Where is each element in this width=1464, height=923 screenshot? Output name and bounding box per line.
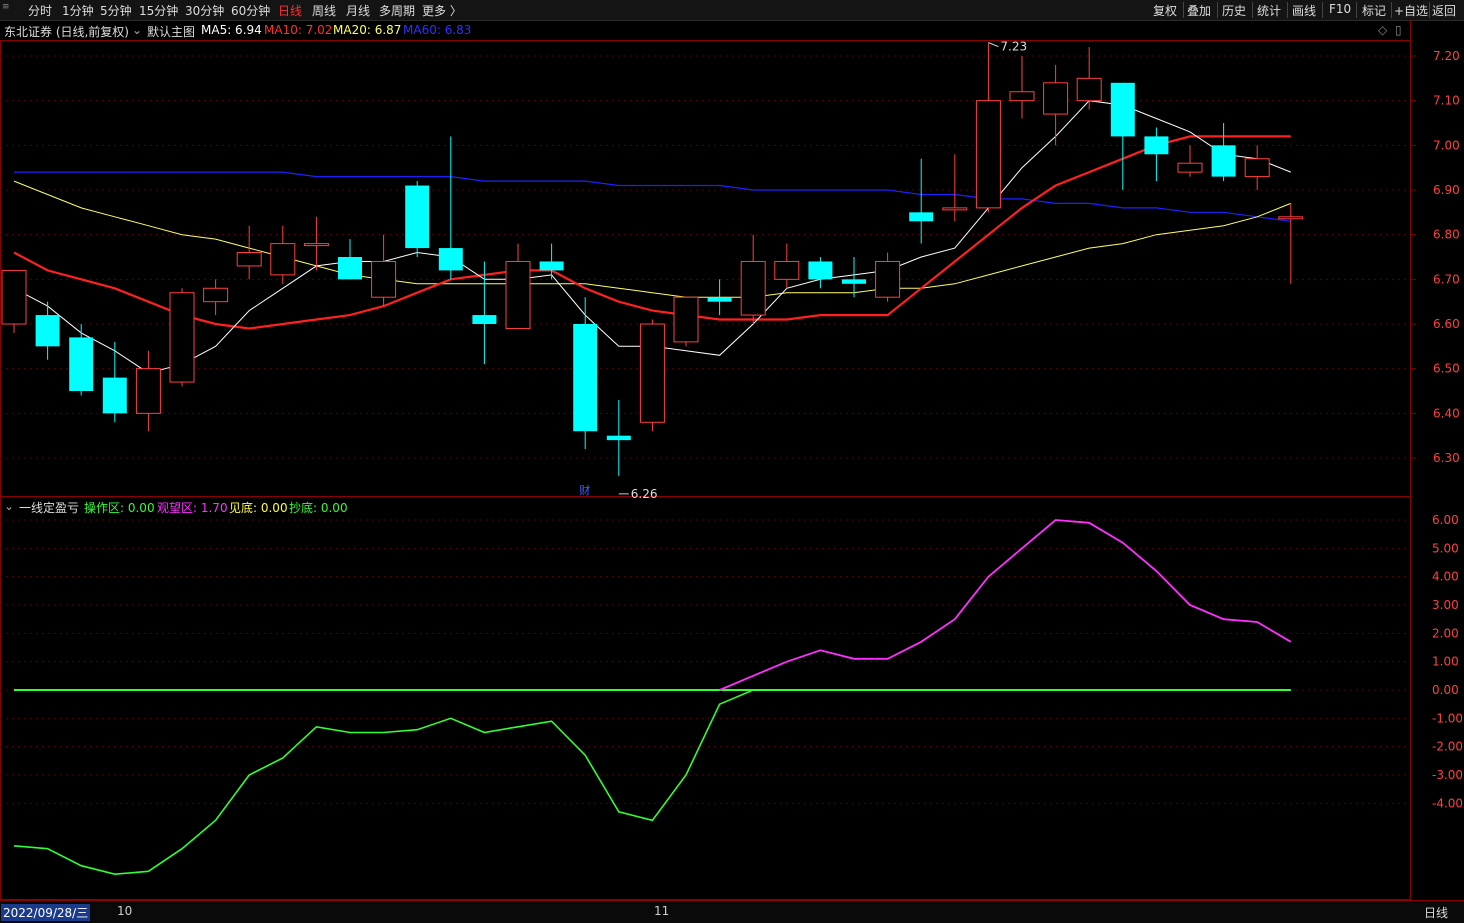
price-tick-label: 6.60 — [1433, 317, 1460, 331]
candle-body-up — [303, 243, 329, 247]
candle-body-up — [639, 323, 665, 423]
candle-body-up — [371, 260, 397, 298]
stock-chart[interactable]: 7.20 7.10 7.00 6.90 6.80 6.70 6.60 6.50 6.40 6.30… — [0, 0, 1464, 900]
candle-body-up — [135, 368, 161, 414]
candle-body-down — [808, 261, 833, 280]
price-tick-label: 7.20 — [1433, 49, 1460, 63]
finance-marker: 财 — [579, 483, 590, 497]
op-zone-line — [13, 689, 1291, 876]
cursor-date: 2022/09/28/三 — [1, 904, 91, 921]
indicator-tick-label: 3.00 — [1432, 598, 1459, 612]
indicator-tick-label: -4.00 — [1432, 796, 1463, 810]
candle-body-down — [35, 315, 60, 347]
indicator-tick-label: 2.00 — [1432, 626, 1459, 640]
candle-body-down — [69, 337, 94, 391]
ma60-line — [14, 171, 1291, 222]
candle-body-down — [1110, 82, 1135, 137]
candle-body-down — [909, 212, 934, 222]
candle-body-up — [1043, 82, 1069, 115]
indicator-tick-label: -2.00 — [1432, 740, 1463, 754]
price-tick-label: 6.90 — [1433, 183, 1460, 197]
candle-body-up — [1177, 162, 1203, 173]
candle-body-down — [102, 377, 127, 414]
indicator-tick-label: 4.00 — [1432, 570, 1459, 584]
price-tick-label: 6.40 — [1433, 406, 1460, 420]
indicator-tick-label: 0.00 — [1432, 683, 1459, 697]
candle-body-up — [942, 207, 968, 211]
period-label[interactable]: 日线 — [1424, 904, 1448, 921]
indicator-tick-label: 5.00 — [1432, 541, 1459, 555]
month-label-11: 11 — [654, 904, 670, 918]
candle-body-down — [539, 261, 564, 271]
candle-body-up — [1009, 91, 1035, 102]
high-price-label: 7.23 — [1000, 40, 1027, 54]
candle-body-up — [875, 260, 901, 298]
main-chart-frame — [0, 40, 1411, 497]
candle-body-down — [1144, 136, 1169, 155]
indicator-frame — [0, 496, 1411, 900]
price-tick-label: 6.30 — [1433, 451, 1460, 465]
indicator-tick-label: -1.00 — [1432, 711, 1463, 725]
candle-body-down — [606, 435, 631, 441]
candle-body-down — [472, 315, 497, 324]
candle-body-down — [573, 324, 598, 432]
candle-body-up — [975, 100, 1001, 209]
candle-body-up — [270, 243, 296, 276]
indicator-tick-label: 6.00 — [1432, 513, 1459, 527]
high-marker — [988, 42, 999, 48]
candle-body-up — [1076, 77, 1102, 102]
candle-body-down — [438, 248, 463, 271]
price-tick-label: 7.10 — [1433, 94, 1460, 108]
month-label-10: 10 — [117, 904, 133, 918]
candle-body-down — [842, 279, 866, 284]
price-tick-label: 6.50 — [1433, 362, 1460, 376]
candle-body-down — [1211, 145, 1236, 177]
candle-body-up — [1278, 216, 1304, 220]
candle-body-up — [169, 292, 195, 383]
low-price-label: 6.26 — [631, 487, 658, 501]
candle-body-up — [236, 252, 262, 267]
candle-body-down — [405, 185, 430, 249]
indicator-tick-label: 1.00 — [1432, 655, 1459, 669]
candle-body-down — [338, 257, 362, 280]
candle-body-up — [740, 260, 766, 316]
candle-body-up — [673, 296, 699, 343]
candle-body-up — [203, 287, 229, 303]
candle-body-down — [707, 297, 732, 302]
indicator-tick-label: -3.00 — [1432, 768, 1463, 782]
price-tick-label: 6.70 — [1433, 272, 1460, 286]
candle-body-up — [505, 260, 531, 329]
candle-body-up — [774, 260, 800, 280]
candle-body-up — [1244, 158, 1270, 178]
price-tick-label: 6.80 — [1433, 228, 1460, 242]
price-tick-label: 7.00 — [1433, 138, 1460, 152]
date-axis-bar: 2022/09/28/三 10 11 日线 — [0, 900, 1464, 923]
candle-body-up — [1, 269, 27, 325]
